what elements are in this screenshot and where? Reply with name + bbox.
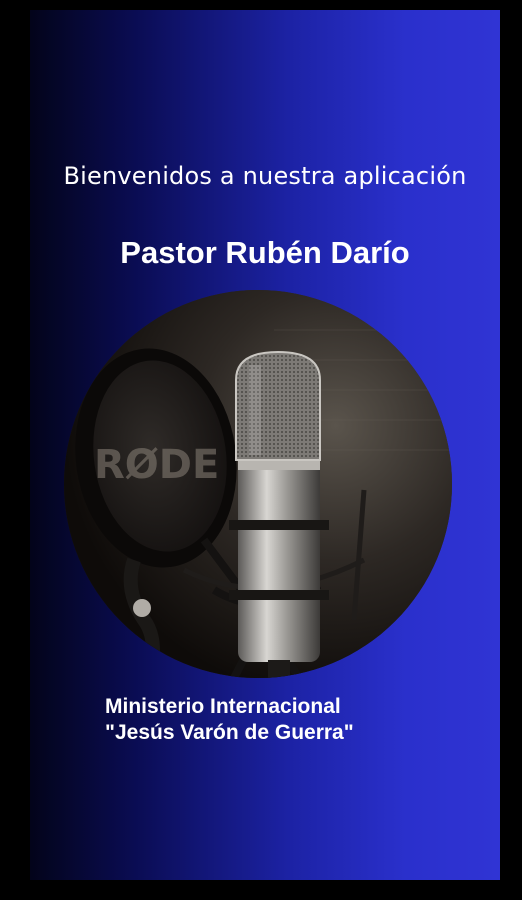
app-screen: Bienvenidos a nuestra aplicación Pastor … xyxy=(0,0,522,900)
welcome-card: Bienvenidos a nuestra aplicación Pastor … xyxy=(30,10,500,880)
ministry-line-1: Ministerio Internacional xyxy=(105,695,341,718)
pastor-name: Pastor Rubén Darío xyxy=(120,235,410,270)
rode-logo-text: RØDE xyxy=(94,442,219,488)
ministry-name: Ministerio Internacional "Jesús Varón de… xyxy=(105,694,354,746)
welcome-text: Bienvenidos a nuestra aplicación xyxy=(63,162,467,190)
microphone-photo: RØDE xyxy=(64,290,452,678)
ministry-line-2: "Jesús Varón de Guerra" xyxy=(105,721,354,744)
microphone-illustration: RØDE xyxy=(64,290,452,678)
